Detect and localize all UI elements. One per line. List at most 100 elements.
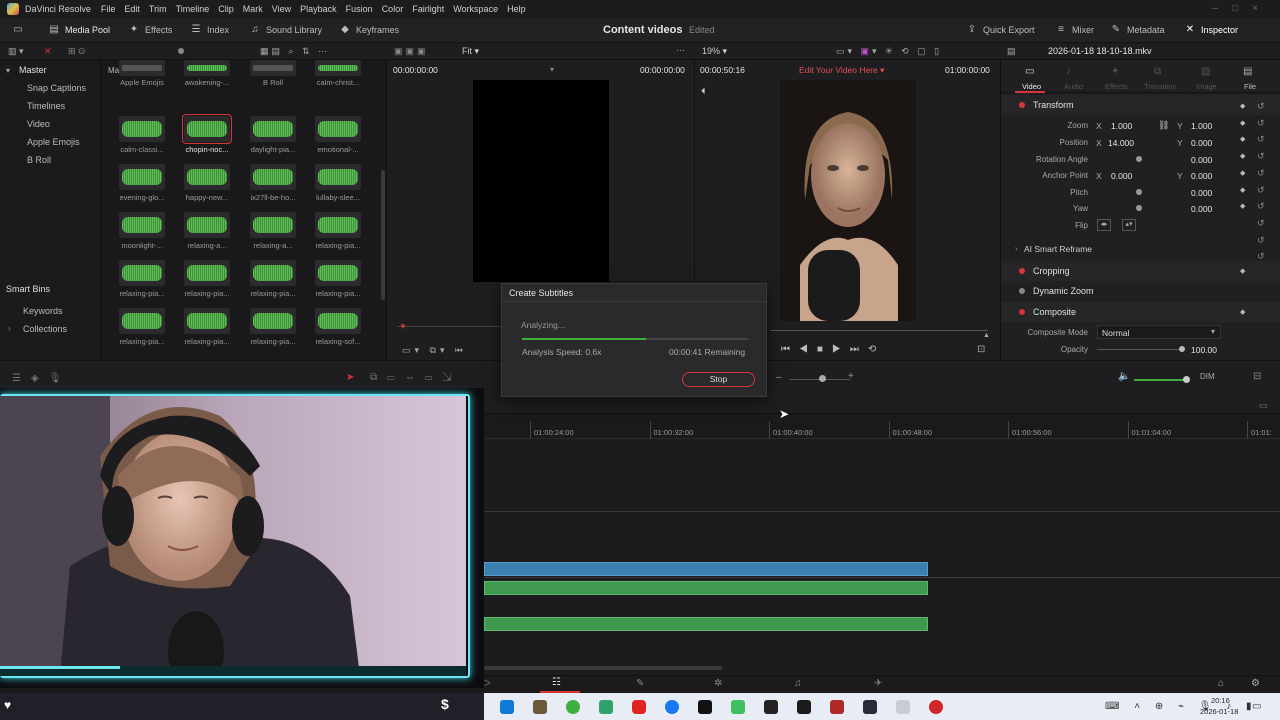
keyframes-button[interactable]: ◆ Keyframes: [339, 24, 399, 35]
pitch-slider[interactable]: [1136, 189, 1142, 195]
view-mode-icons[interactable]: ▦▤ ⌕ ⇅ ⋯: [260, 46, 330, 57]
zoom-out-icon[interactable]: –: [776, 372, 782, 383]
keyframe-icon[interactable]: ◆: [1240, 267, 1245, 275]
media-pool-button[interactable]: ▤ Media Pool: [48, 24, 110, 35]
opacity-slider-handle[interactable]: [1179, 346, 1185, 352]
menu-color[interactable]: Color: [382, 4, 404, 14]
link-icon[interactable]: ⛓: [1158, 120, 1169, 131]
tab-file[interactable]: File: [1244, 82, 1256, 91]
notification-icon[interactable]: ▭: [1252, 701, 1261, 712]
metadata-button[interactable]: ✎ Metadata: [1110, 24, 1165, 35]
tab-video[interactable]: Video: [1022, 82, 1041, 91]
tab-audio[interactable]: Audio: [1064, 82, 1083, 91]
fit-dropdown[interactable]: Fit ▾: [462, 46, 479, 57]
media-clip[interactable]: [119, 60, 165, 76]
media-clip[interactable]: [315, 60, 361, 76]
media-clip[interactable]: [184, 60, 230, 76]
rotation-slider[interactable]: [1136, 156, 1142, 162]
dim-button[interactable]: DIM: [1200, 372, 1215, 381]
fairlight-page-icon[interactable]: ♫: [794, 678, 802, 689]
pitch-field[interactable]: 0.000: [1191, 188, 1212, 198]
ai-smart-reframe[interactable]: AI Smart Reframe: [1024, 244, 1092, 254]
playhead-marker-icon[interactable]: ▲: [983, 332, 990, 339]
edge-icon[interactable]: [500, 700, 514, 714]
media-clip[interactable]: [119, 260, 165, 286]
smart-bin-keywords[interactable]: Keywords: [23, 306, 63, 316]
media-clip[interactable]: [250, 116, 296, 142]
timeline-scrollbar[interactable]: [484, 666, 722, 670]
keyframe-icons[interactable]: ◆ ◆ ◆ ◆ ◆ ◆ ◆: [1240, 99, 1245, 216]
smart-bin-collections[interactable]: Collections: [23, 324, 67, 334]
menu-file[interactable]: File: [101, 4, 116, 14]
menu-trim[interactable]: Trim: [149, 4, 167, 14]
panel-toggle[interactable]: ▭: [12, 24, 24, 35]
media-clip[interactable]: [250, 260, 296, 286]
timeline[interactable]: ▭ 01:00:24:00 01:00:32:00 01:00:40:00 01:00…: [484, 395, 1280, 675]
timeline-name-dropdown[interactable]: Edit Your Video Here ▾: [799, 65, 884, 76]
tab-image[interactable]: Image: [1196, 82, 1217, 91]
notion-icon[interactable]: [830, 700, 844, 714]
enabled-dot[interactable]: [1019, 309, 1025, 315]
menu-fairlight[interactable]: Fairlight: [412, 4, 444, 14]
window-controls[interactable]: –□×: [1213, 3, 1272, 14]
flip-horizontal-icon[interactable]: ◂▸: [1097, 219, 1111, 231]
more-icon[interactable]: ⋯: [676, 45, 685, 56]
x-app-icon[interactable]: [797, 700, 811, 714]
menu-mark[interactable]: Mark: [243, 4, 263, 14]
youtube-icon[interactable]: [632, 700, 646, 714]
dynamic-zoom-section[interactable]: Dynamic Zoom: [1001, 281, 1280, 301]
composite-mode-dropdown[interactable]: Normal ▾: [1097, 325, 1221, 339]
viewer-tools-icons[interactable]: ▭▾ ▣▾ ✳ ⟲ ▢ ▯: [836, 46, 942, 57]
media-clip[interactable]: [315, 116, 361, 142]
zoom-x-field[interactable]: 1.000: [1111, 121, 1132, 131]
chevron-right-icon[interactable]: ›: [8, 324, 11, 333]
zoom-dropdown[interactable]: 19% ▾: [702, 46, 727, 57]
fusion-page-icon[interactable]: ✲: [714, 678, 722, 689]
media-clip[interactable]: [119, 212, 165, 238]
tiktok-icon[interactable]: [698, 700, 712, 714]
effects-button[interactable]: ✦ Effects: [128, 24, 173, 35]
media-clip[interactable]: [315, 212, 361, 238]
obs-icon[interactable]: [929, 700, 943, 714]
yaw-slider[interactable]: [1136, 205, 1142, 211]
index-button[interactable]: ☰ Index: [190, 24, 230, 35]
facebook-icon[interactable]: [665, 700, 679, 714]
zoom-y-field[interactable]: 1.000: [1191, 121, 1212, 131]
settings-icon[interactable]: ⚙: [1251, 678, 1260, 689]
tab-transition[interactable]: Transition: [1144, 82, 1177, 91]
menu-clip[interactable]: Clip: [218, 4, 234, 14]
game-icon[interactable]: [731, 700, 745, 714]
media-clip[interactable]: [184, 212, 230, 238]
keyframe-icon[interactable]: ◆: [1240, 308, 1245, 316]
program-video-frame[interactable]: [780, 80, 916, 321]
speaker-icon[interactable]: 🔈: [1118, 371, 1130, 382]
menu-workspace[interactable]: Workspace: [453, 4, 498, 14]
media-page-icon[interactable]: ᐳ: [484, 678, 491, 689]
menu-view[interactable]: View: [272, 4, 291, 14]
bin-toggle-icon[interactable]: ▥ ▾: [8, 46, 24, 57]
meter-icon[interactable]: ⊟: [1253, 371, 1261, 382]
media-clip[interactable]: [315, 164, 361, 190]
audio-tools-icons[interactable]: ☰◈🎙: [12, 373, 71, 384]
cut-page-icon[interactable]: ☷: [552, 677, 561, 688]
home-icon[interactable]: ⌂: [1218, 678, 1224, 689]
app-icon[interactable]: [566, 700, 580, 714]
minecraft-icon[interactable]: [533, 700, 547, 714]
menu-help[interactable]: Help: [507, 4, 526, 14]
sound-library-button[interactable]: ♫ Sound Library: [249, 24, 322, 35]
media-clip[interactable]: [250, 308, 296, 334]
bin-tools-icon[interactable]: ⊞ ⊙: [68, 46, 86, 57]
zoom-in-icon[interactable]: +: [848, 371, 854, 382]
cropping-section[interactable]: Cropping: [1001, 261, 1280, 281]
master-bin[interactable]: Master: [19, 65, 47, 75]
source-view-icons[interactable]: ▣▣▣: [394, 46, 429, 57]
fullscreen-icon[interactable]: ⊡: [977, 344, 985, 355]
spotify-like-icon[interactable]: [599, 700, 613, 714]
audio-clip[interactable]: [484, 617, 928, 631]
media-clip[interactable]: [184, 260, 230, 286]
media-clip[interactable]: [250, 212, 296, 238]
media-scrollbar[interactable]: [381, 170, 385, 300]
volume-slider[interactable]: [1134, 379, 1186, 381]
enabled-dot[interactable]: [1019, 268, 1025, 274]
menu-playback[interactable]: Playback: [300, 4, 337, 14]
